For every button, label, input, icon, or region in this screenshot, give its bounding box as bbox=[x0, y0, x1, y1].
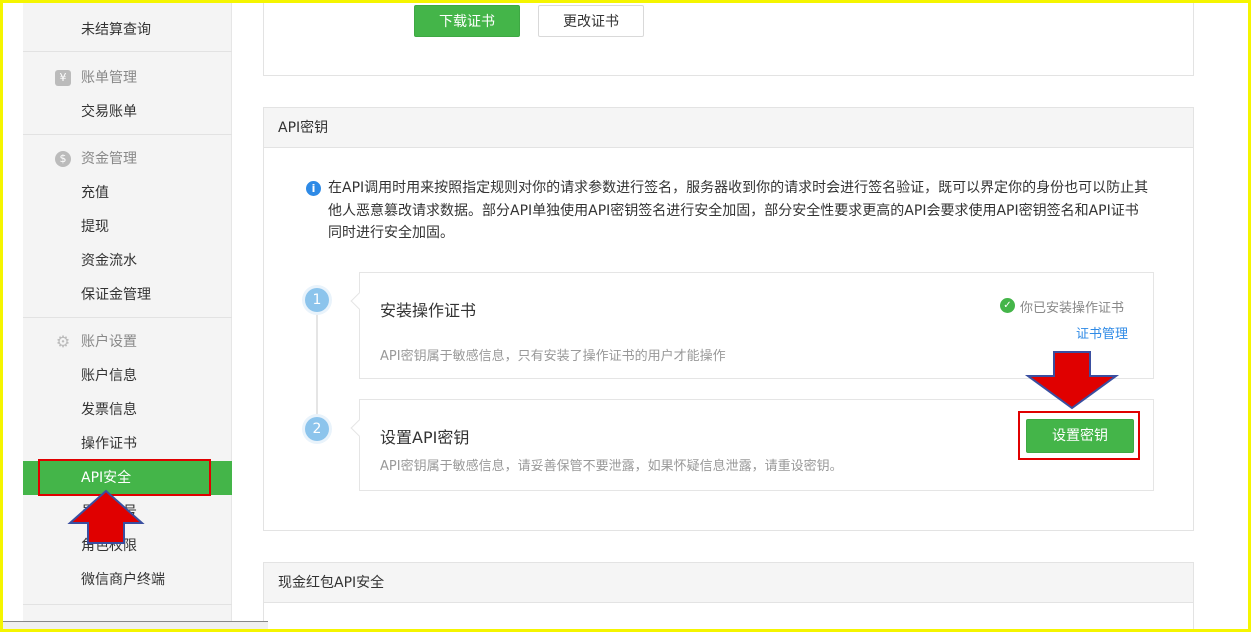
step-2-title: 设置API密钥 bbox=[380, 428, 470, 447]
sidebar-group-account: ⚙ 账户设置 bbox=[55, 332, 137, 351]
steps-connector-line bbox=[316, 303, 318, 433]
main-content: 下载证书 更改证书 API密钥 i 在API调用时用来按照指定规则对你的请求参数… bbox=[233, 0, 1248, 632]
check-circle-icon: ✓ bbox=[1000, 298, 1015, 313]
sidebar-item-deposit[interactable]: 保证金管理 bbox=[23, 278, 232, 312]
change-cert-button[interactable]: 更改证书 bbox=[538, 5, 644, 37]
cert-installed-status: 你已安装操作证书 bbox=[1020, 301, 1125, 316]
step-1-title: 安装操作证书 bbox=[380, 301, 477, 320]
certificate-panel: 下载证书 更改证书 bbox=[263, 0, 1194, 76]
redpacket-api-panel: 现金红包API安全 bbox=[263, 562, 1194, 632]
sidebar-divider bbox=[23, 317, 232, 318]
info-icon: i bbox=[306, 181, 321, 196]
sidebar-item-withdraw[interactable]: 提现 bbox=[23, 210, 232, 244]
cert-management-link[interactable]: 证书管理 bbox=[1076, 323, 1128, 342]
yen-icon: ¥ bbox=[55, 70, 71, 86]
sidebar-item-invoice-info[interactable]: 发票信息 bbox=[23, 393, 232, 427]
money-bag-icon: $ bbox=[55, 151, 71, 167]
sidebar-item-fund-flow[interactable]: 资金流水 bbox=[23, 244, 232, 278]
sidebar-divider bbox=[23, 51, 232, 52]
sidebar-group-funds: $ 资金管理 bbox=[23, 142, 232, 176]
step-1-number: 1 bbox=[305, 288, 329, 312]
step-2-number: 2 bbox=[305, 417, 329, 441]
left-margin bbox=[3, 3, 23, 629]
step-2-desc: API密钥属于敏感信息，请妥善保管不要泄露，如果怀疑信息泄露，请重设密钥。 bbox=[380, 459, 843, 474]
api-key-panel-title: API密钥 bbox=[264, 108, 1193, 148]
sidebar-item-transaction-bill[interactable]: 交易账单 bbox=[23, 95, 232, 129]
sidebar-item-wechat-terminal[interactable]: 微信商户终端 bbox=[23, 563, 232, 597]
step-1-desc: API密钥属于敏感信息，只有安装了操作证书的用户才能操作 bbox=[380, 349, 726, 364]
card-notch bbox=[350, 292, 368, 310]
set-key-button[interactable]: 设置密钥 bbox=[1026, 419, 1134, 453]
sidebar-item-recharge[interactable]: 充值 bbox=[23, 176, 232, 210]
horizontal-scrollbar[interactable] bbox=[3, 621, 268, 629]
step-2-card: 设置API密钥 API密钥属于敏感信息，请妥善保管不要泄露，如果怀疑信息泄露，请… bbox=[350, 399, 1154, 491]
sidebar-item-operation-cert[interactable]: 操作证书 bbox=[23, 427, 232, 461]
gear-icon: ⚙ bbox=[55, 332, 71, 351]
card-notch bbox=[350, 419, 368, 437]
redpacket-panel-title: 现金红包API安全 bbox=[264, 563, 1193, 603]
up-arrow-annotation bbox=[67, 489, 145, 544]
sidebar-group-billing: ¥ 账单管理 bbox=[23, 61, 232, 95]
sidebar-divider bbox=[23, 604, 232, 605]
api-key-info-text: 在API调用时用来按照指定规则对你的请求参数进行签名，服务器收到你的请求时会进行… bbox=[328, 180, 1149, 241]
sidebar-divider bbox=[23, 134, 232, 135]
sidebar-item-unsettled-query[interactable]: 未结算查询 bbox=[23, 13, 232, 47]
down-arrow-annotation bbox=[1024, 351, 1120, 410]
sidebar-item-account-info[interactable]: 账户信息 bbox=[23, 359, 232, 393]
api-key-panel: API密钥 i 在API调用时用来按照指定规则对你的请求参数进行签名，服务器收到… bbox=[263, 107, 1194, 531]
download-cert-button[interactable]: 下载证书 bbox=[414, 5, 520, 37]
